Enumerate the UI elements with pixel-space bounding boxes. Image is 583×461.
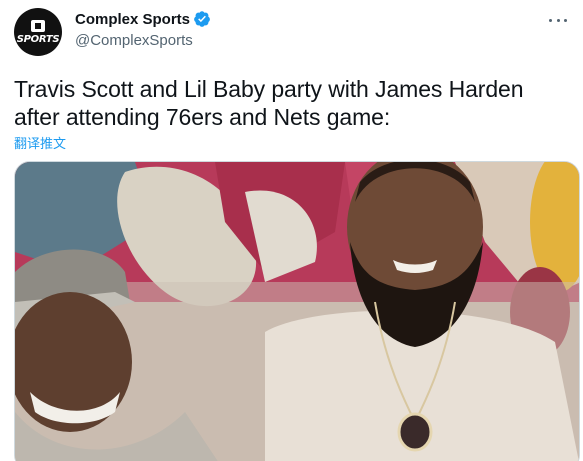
- handle[interactable]: @ComplexSports: [75, 32, 211, 49]
- avatar[interactable]: SPORTS: [14, 8, 62, 56]
- photo-image: [15, 162, 579, 461]
- translate-link[interactable]: 翻译推文: [14, 133, 66, 152]
- complex-logo-icon: [31, 19, 45, 32]
- avatar-text: SPORTS: [16, 33, 60, 45]
- tweet-photo[interactable]: [14, 161, 580, 461]
- author-identity: Complex Sports @ComplexSports: [75, 9, 211, 49]
- verified-badge-icon: [194, 11, 210, 27]
- name-row: Complex Sports: [75, 9, 211, 29]
- more-horizontal-icon[interactable]: [547, 12, 569, 28]
- display-name[interactable]: Complex Sports: [75, 11, 190, 28]
- tweet-text: Travis Scott and Lil Baby party with Jam…: [14, 76, 524, 130]
- tweet-card[interactable]: SPORTS Complex Sports @ComplexSports Tra…: [0, 0, 583, 461]
